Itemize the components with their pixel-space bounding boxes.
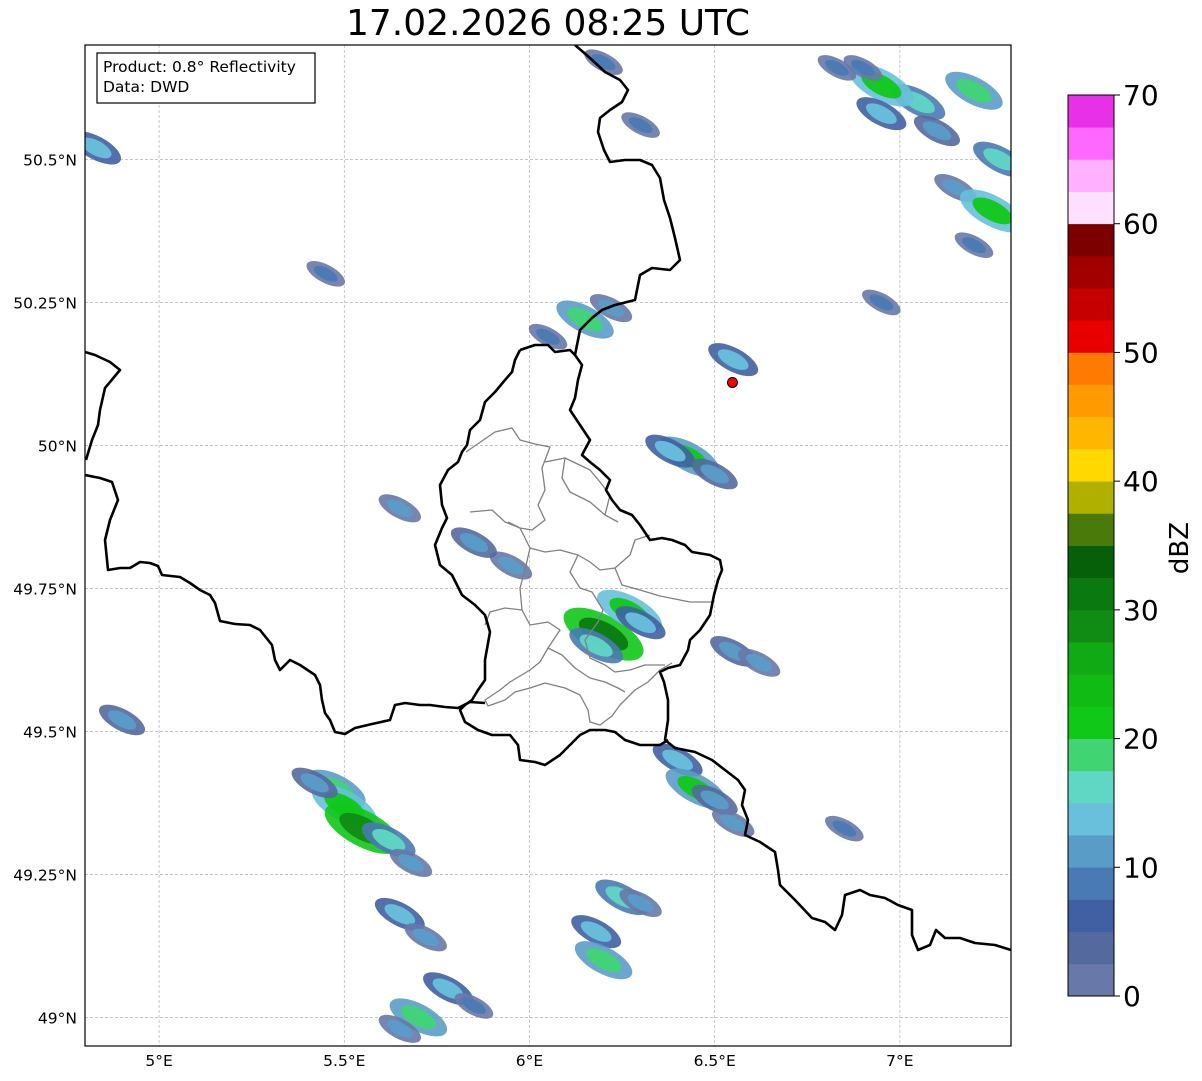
lon-tick-label: 5°E [145,1052,172,1070]
lat-tick-label: 49°N [38,1009,77,1027]
radar-map: 5°E 5.5°E 6°E 6.5°E 7°E 50.5°N 50.25°N 50°N 49.… [13,44,1012,1070]
lon-tick-label: 6°E [516,1052,543,1070]
lat-tick-label: 49.25°N [13,866,77,884]
lon-tick-label: 6.5°E [694,1052,736,1070]
radar-site-marker [726,376,738,388]
lat-tick-label: 49.75°N [13,580,77,598]
product-label: Product: 0.8° Reflectivity [103,58,296,76]
lon-tick-label: 5.5°E [323,1052,365,1070]
lat-tick-label: 50°N [38,437,77,455]
lat-tick-label: 49.5°N [23,723,77,741]
lat-tick-label: 50.5°N [23,151,77,169]
radar-site-dot [726,376,738,388]
longitude-tick-labels: 5°E 5.5°E 6°E 6.5°E 7°E [145,1052,913,1070]
lon-tick-label: 7°E [886,1052,913,1070]
data-source-label: Data: DWD [103,78,189,96]
latitude-tick-labels: 50.5°N 50.25°N 50°N 49.75°N 49.5°N 49.25°N 49°… [13,151,77,1027]
lat-tick-label: 50.25°N [13,294,77,312]
info-box: Product: 0.8° Reflectivity Data: DWD [96,52,316,104]
